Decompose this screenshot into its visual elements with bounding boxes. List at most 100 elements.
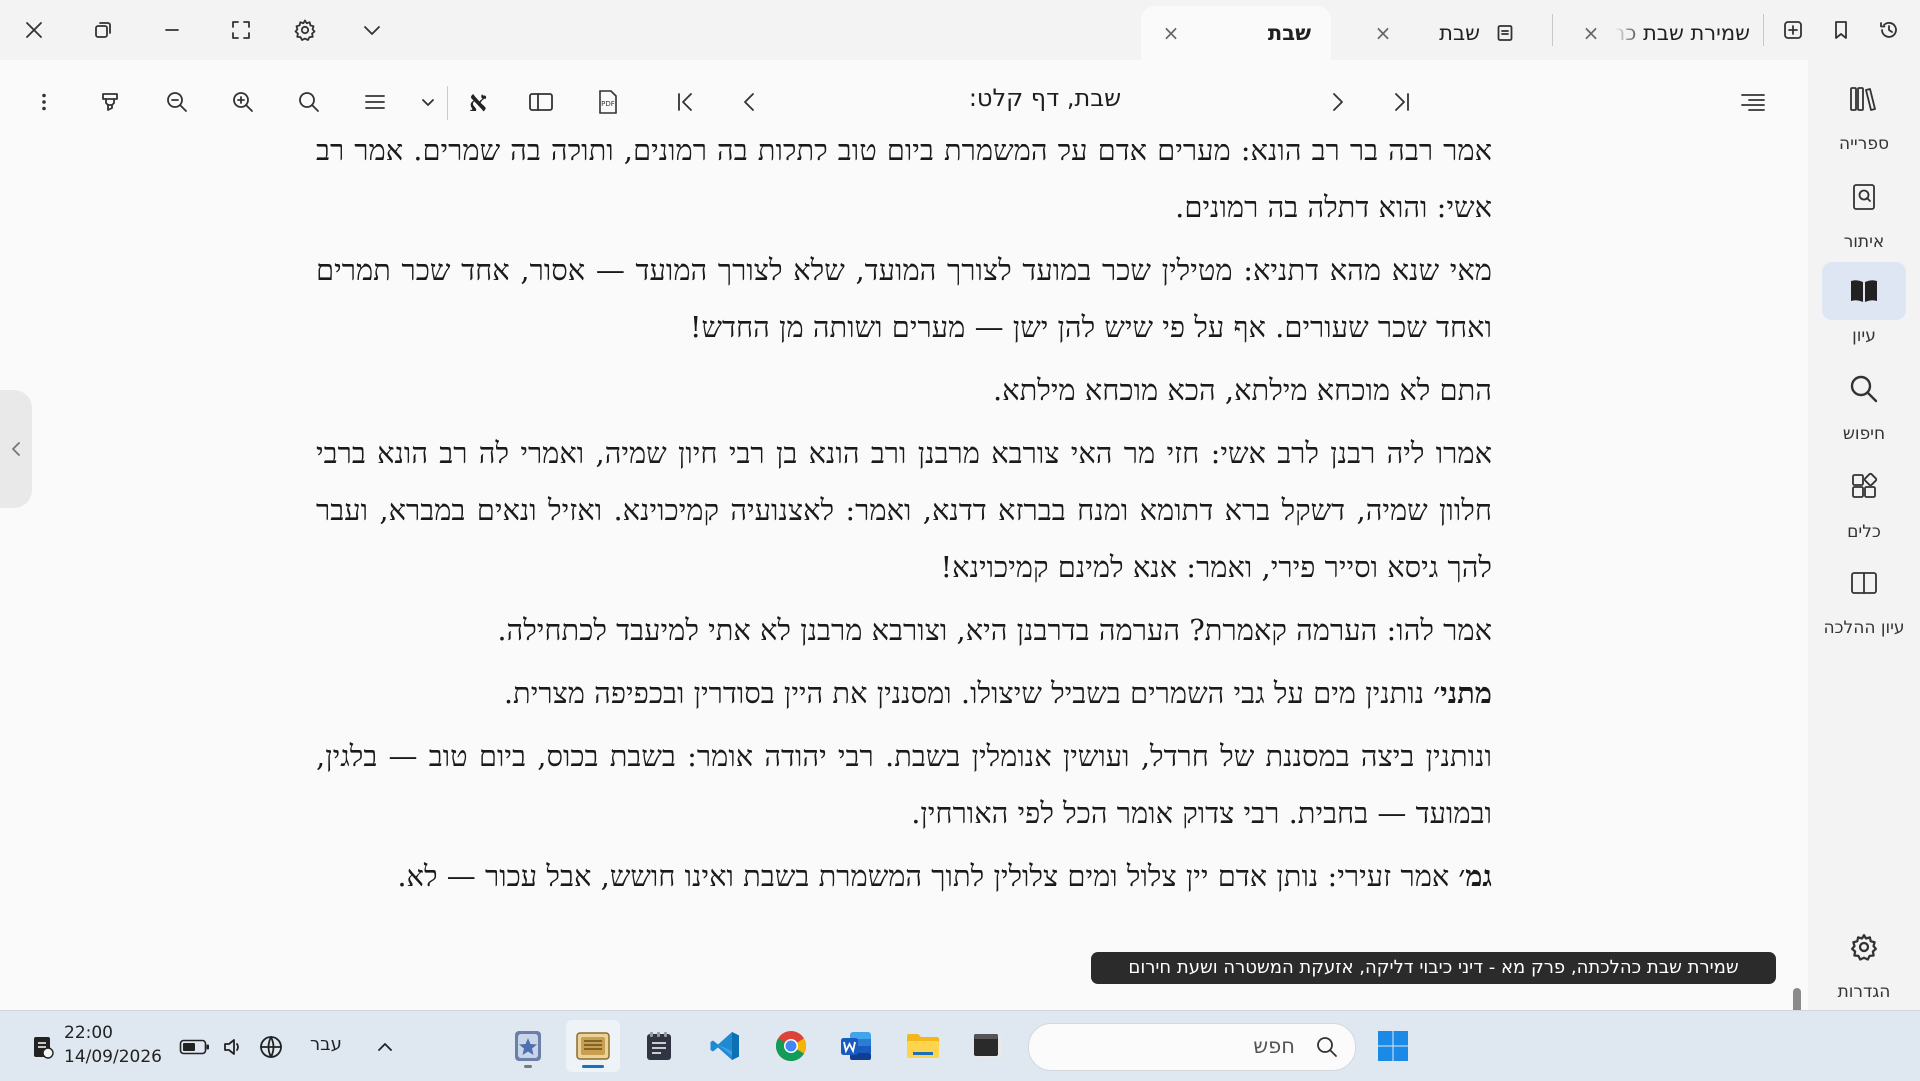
copilot-app[interactable]: [501, 1020, 555, 1072]
vscode-app[interactable]: [698, 1020, 752, 1072]
gear-icon: [294, 19, 316, 41]
input-language[interactable]: עבר: [310, 1034, 342, 1055]
text-paragraph: מאי שנא מהא דתניא: מטילין שכר במועד לצור…: [316, 242, 1492, 356]
tab-close-icon[interactable]: ×: [1158, 20, 1184, 46]
tabs-dropdown-button[interactable]: [350, 10, 394, 50]
tab-separator: [1763, 14, 1764, 46]
zoom-in-button[interactable]: [221, 80, 265, 124]
system-clock[interactable]: 22:00 14/09/2026: [64, 1021, 162, 1069]
paragraph-text: מאי שנא מהא דתניא: מטילין שכר במועד לצור…: [316, 253, 1492, 344]
terminal-app-icon: [974, 1034, 1002, 1058]
paragraph-text: נותנין מים על גבי השמרים בשביל שיצולו. ו…: [503, 676, 1434, 710]
toc-panel-button[interactable]: [1731, 80, 1775, 124]
fullscreen-button[interactable]: [219, 10, 263, 50]
taskbar: 22:00 14/09/2026 עבר חפש: [0, 1010, 1920, 1081]
add-tab-icon: [1784, 21, 1802, 39]
start-button[interactable]: [1366, 1020, 1420, 1072]
show-hidden-icons-button[interactable]: [369, 1031, 401, 1063]
bookmark-icon: [1835, 21, 1847, 39]
terminal-app[interactable]: [961, 1020, 1015, 1072]
restore-window-button[interactable]: [81, 10, 125, 50]
word-app[interactable]: [829, 1020, 883, 1072]
taskbar-search[interactable]: חפש: [1028, 1023, 1356, 1071]
chevron-right-icon: [1333, 93, 1343, 111]
more-vert-icon: [42, 93, 46, 111]
tab-separator: [1552, 14, 1553, 46]
nav-halacha-study[interactable]: עיון ההלכה: [1822, 554, 1906, 638]
chrome-app[interactable]: [764, 1020, 818, 1072]
tab-shabbat-active[interactable]: שבת ×: [1141, 6, 1331, 60]
tab-shabbat[interactable]: × שבת: [1358, 6, 1538, 60]
bookmark-button[interactable]: [1819, 10, 1863, 50]
find-in-text-button[interactable]: [287, 80, 331, 124]
nav-library[interactable]: ספרייה: [1822, 70, 1906, 154]
section-marker: מתני׳: [1433, 676, 1492, 710]
tab-tooltip: שמירת שבת כהלכתה, פרק מא - דיני כיבוי דל…: [1091, 952, 1776, 984]
network-settings-icon: [34, 1037, 54, 1059]
clock-date: 14/09/2026: [64, 1047, 162, 1067]
notepad-app[interactable]: [632, 1020, 686, 1072]
chevron-left-icon: [12, 442, 20, 456]
nav-study[interactable]: עיון: [1822, 262, 1906, 346]
nav-locate[interactable]: איתור: [1822, 168, 1906, 252]
highlight-button[interactable]: [88, 80, 132, 124]
otzaria-app[interactable]: [566, 1020, 620, 1072]
network-indicator[interactable]: [255, 1031, 287, 1063]
tab-close-icon[interactable]: ×: [1370, 20, 1396, 46]
last-page-button[interactable]: [1380, 80, 1424, 124]
first-page-button[interactable]: [663, 80, 707, 124]
section-marker: גמ׳: [1458, 859, 1492, 893]
nikud-dropdown-button[interactable]: [406, 80, 450, 124]
search-placeholder: חפש: [1253, 1034, 1295, 1058]
nav-tools[interactable]: כלים: [1822, 458, 1906, 542]
navigation-rail: ספרייה איתור עיון חיפוש כלים עיון ההלכה …: [1808, 60, 1920, 1010]
side-panel-toggle[interactable]: [0, 390, 32, 508]
paragraph-text: אמר זעירי: נותן אדם יין צלול ומים צלולין…: [397, 859, 1459, 893]
text-paragraph: גמ׳ אמר זעירי: נותן אדם יין צלול ומים צל…: [316, 848, 1492, 905]
more-options-button[interactable]: [22, 80, 66, 124]
otzaria-app-icon: [576, 1032, 610, 1060]
table-of-contents-button[interactable]: [353, 80, 397, 124]
chevron-down-icon: [364, 26, 380, 35]
zoom-out-button[interactable]: [155, 80, 199, 124]
chrome-app-icon: [776, 1031, 807, 1062]
minimize-window-button[interactable]: [150, 10, 194, 50]
tab-shmirat-shabbat[interactable]: × שמירת שבת כה: [1572, 6, 1762, 60]
split-view-button[interactable]: [519, 80, 563, 124]
new-tab-button[interactable]: [1771, 10, 1815, 50]
restore-icon: [95, 22, 111, 38]
export-pdf-button[interactable]: PDF: [586, 80, 630, 124]
battery-indicator[interactable]: [179, 1031, 211, 1063]
highlighter-icon: [102, 93, 118, 111]
nav-settings[interactable]: הגדרות: [1822, 918, 1906, 1002]
chevron-left-icon: [744, 93, 754, 111]
chevron-up-icon: [378, 1043, 392, 1051]
volume-indicator[interactable]: [217, 1031, 249, 1063]
paragraph-text: ונותנין ביצה במסננת של חרדל, ועושין אנומ…: [316, 739, 1492, 830]
settings-button[interactable]: [283, 10, 327, 50]
tools-icon: [1852, 472, 1878, 498]
weather-widget[interactable]: [26, 1031, 58, 1063]
previous-page-button[interactable]: [728, 80, 772, 124]
text-view[interactable]: אמר רבה בר רב הונא: מערים אדם על המשמרת …: [0, 144, 1808, 1010]
search-icon: [1850, 375, 1878, 403]
minimize-icon: [165, 29, 179, 31]
file-explorer-app[interactable]: [896, 1020, 950, 1072]
aleph-icon: א: [469, 85, 487, 118]
globe-icon: [260, 1036, 282, 1058]
nav-label: ספרייה: [1839, 134, 1889, 154]
reader-toolbar: א PDF שבת, דף קלט:: [0, 60, 1808, 144]
close-window-button[interactable]: [12, 10, 56, 50]
search-icon: [1317, 1037, 1337, 1057]
file-explorer-app-icon: [907, 1034, 939, 1058]
scrollbar-thumb[interactable]: [1793, 988, 1801, 1010]
nikud-toggle-button[interactable]: א: [456, 80, 500, 124]
text-paragraph: ונותנין ביצה במסננת של חרדל, ועושין אנומ…: [316, 728, 1492, 842]
next-page-button[interactable]: [1315, 80, 1359, 124]
talmud-text: אמר רבה בר רב הונא: מערים אדם על המשמרת …: [316, 144, 1492, 911]
nav-search[interactable]: חיפוש: [1822, 360, 1906, 444]
first-page-icon: [678, 93, 692, 111]
history-button[interactable]: [1867, 10, 1911, 50]
battery-icon: [179, 1039, 209, 1055]
tab-close-icon[interactable]: ×: [1578, 20, 1604, 46]
